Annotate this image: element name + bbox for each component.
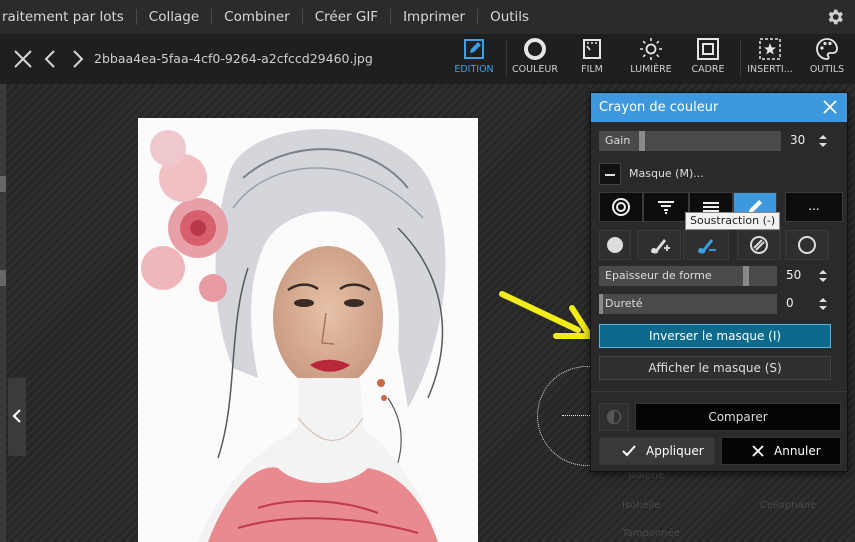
collapse-panel-button[interactable] [8, 378, 26, 456]
compare-toggle[interactable] [599, 403, 629, 431]
hardness-slider[interactable]: Dureté [599, 294, 777, 314]
gain-label: Gain [605, 134, 631, 147]
edited-photo [138, 118, 478, 542]
menu-collage[interactable]: Collage [137, 9, 213, 25]
photo-editor-app: raitement par lots Collage Combiner Crée… [0, 0, 855, 542]
frame-icon [697, 38, 719, 60]
menu-create-gif[interactable]: Créer GIF [303, 9, 392, 25]
color-pencil-dialog: Crayon de couleur Gain 30 Masque (M)... [590, 92, 848, 472]
brush-subtract-button[interactable] [683, 230, 729, 260]
tool-lumiere[interactable]: LUMIÈRE [621, 37, 681, 81]
ghost-item: Cellophane [760, 500, 817, 511]
tool-cadre[interactable]: CADRE [678, 37, 738, 81]
portrait-image [138, 118, 478, 542]
subtraction-tooltip: Soustraction (-) [685, 212, 781, 230]
gain-slider[interactable]: Gain [599, 131, 781, 151]
menu-combine[interactable]: Combiner [212, 9, 303, 25]
left-strip-marker [0, 270, 6, 286]
tool-insertion[interactable]: INSERTI... [740, 37, 800, 81]
tool-outils-label: OUTILS [809, 64, 845, 75]
menu-print[interactable]: Imprimer [391, 9, 479, 25]
gain-value[interactable]: 30 [790, 133, 805, 147]
cancel-button[interactable]: Annuler [721, 437, 841, 465]
shape-thickness-slider-row: Epaisseur de forme 50 [599, 266, 841, 286]
mask-mode-filter-button[interactable] [643, 192, 689, 222]
show-mask-button[interactable]: Afficher le masque (S) [599, 356, 831, 380]
spin-arrows-icon[interactable] [818, 133, 828, 149]
hardness-slider-handle[interactable] [599, 294, 603, 314]
outline-circle-icon [798, 236, 816, 254]
mask-toggle-button[interactable] [599, 163, 621, 185]
tool-edition-label: EDITION [454, 64, 494, 75]
brush-hatched-button[interactable] [737, 230, 781, 260]
palette-icon [816, 38, 838, 60]
shape-thickness-label: Epaisseur de forme [605, 269, 712, 282]
tool-insertion-label: INSERTI... [747, 64, 793, 75]
filter-icon [658, 201, 674, 214]
shape-thickness-value[interactable]: 50 [786, 268, 801, 282]
brush-cursor-crosshair [562, 415, 592, 416]
chevron-right-icon[interactable] [66, 48, 88, 70]
dialog-title-bar: Crayon de couleur [591, 93, 847, 122]
file-name: 2bbaa4ea-5faa-4cf0-9264-a2cfccd29460.jpg [94, 51, 373, 66]
annotation-arrow-icon [499, 291, 593, 339]
brush-add-button[interactable] [637, 230, 681, 260]
invert-mask-button[interactable]: Inverser le masque (I) [599, 324, 831, 348]
ghost-item: Tamponnée [622, 528, 680, 539]
apply-button[interactable]: Appliquer [599, 437, 715, 465]
dialog-title: Crayon de couleur [599, 100, 719, 115]
check-icon [622, 445, 636, 457]
edit-icon [464, 39, 484, 59]
left-panel-strip [0, 84, 6, 542]
apply-label: Appliquer [646, 444, 704, 458]
hardness-value[interactable]: 0 [786, 296, 794, 310]
ghost-item: Isohélie [622, 500, 661, 511]
filled-circle-icon [607, 237, 623, 253]
main-toolbar: 2bbaa4ea-5faa-4cf0-9264-a2cfccd29460.jpg… [0, 34, 855, 84]
half-circle-icon [606, 409, 622, 425]
left-strip-marker [0, 176, 6, 192]
mask-mode-target-button[interactable] [599, 192, 643, 222]
top-menu-bar: raitement par lots Collage Combiner Crée… [0, 0, 855, 34]
compare-button[interactable]: Comparer [635, 403, 841, 431]
shape-thickness-slider-handle[interactable] [743, 266, 749, 286]
close-icon[interactable] [823, 100, 837, 114]
brush-plus-icon [651, 239, 670, 254]
film-icon [583, 39, 601, 59]
brush-fill-button[interactable] [599, 230, 631, 260]
gain-slider-handle[interactable] [639, 131, 645, 151]
spin-arrows-icon[interactable] [818, 268, 828, 284]
insert-star-icon [759, 38, 781, 60]
close-icon [752, 445, 764, 457]
tool-outils[interactable]: OUTILS [797, 37, 855, 81]
tool-film[interactable]: FILM [562, 37, 622, 81]
menu-batch-processing[interactable]: raitement par lots [0, 9, 137, 25]
shape-thickness-slider[interactable]: Epaisseur de forme [599, 266, 777, 286]
brush-minus-icon [698, 239, 716, 254]
more-options-button[interactable]: ... [785, 192, 843, 222]
hardness-label: Dureté [605, 297, 643, 310]
tool-film-label: FILM [581, 64, 603, 75]
tool-couleur-label: COULEUR [512, 64, 558, 75]
tool-edition[interactable]: EDITION [444, 37, 504, 81]
chevron-left-icon [12, 409, 21, 423]
dialog-divider [591, 391, 847, 392]
tool-couleur[interactable]: COULEUR [505, 37, 565, 81]
target-icon [612, 198, 630, 216]
menu-tools[interactable]: Outils [478, 9, 541, 25]
hatched-circle-icon [750, 236, 768, 254]
chevron-left-icon[interactable] [40, 48, 62, 70]
mask-label[interactable]: Masque (M)... [629, 167, 704, 180]
hardness-slider-row: Dureté 0 [599, 294, 841, 314]
close-icon[interactable] [12, 48, 34, 70]
spin-arrows-icon[interactable] [818, 296, 828, 312]
cancel-label: Annuler [774, 444, 821, 458]
brush-outline-button[interactable] [785, 230, 829, 260]
sun-icon [640, 38, 662, 60]
tool-lumiere-label: LUMIÈRE [630, 64, 672, 75]
tool-cadre-label: CADRE [691, 64, 725, 75]
gain-slider-row: Gain 30 [599, 131, 841, 151]
gear-icon[interactable] [825, 7, 845, 27]
color-circle-icon [524, 38, 546, 60]
